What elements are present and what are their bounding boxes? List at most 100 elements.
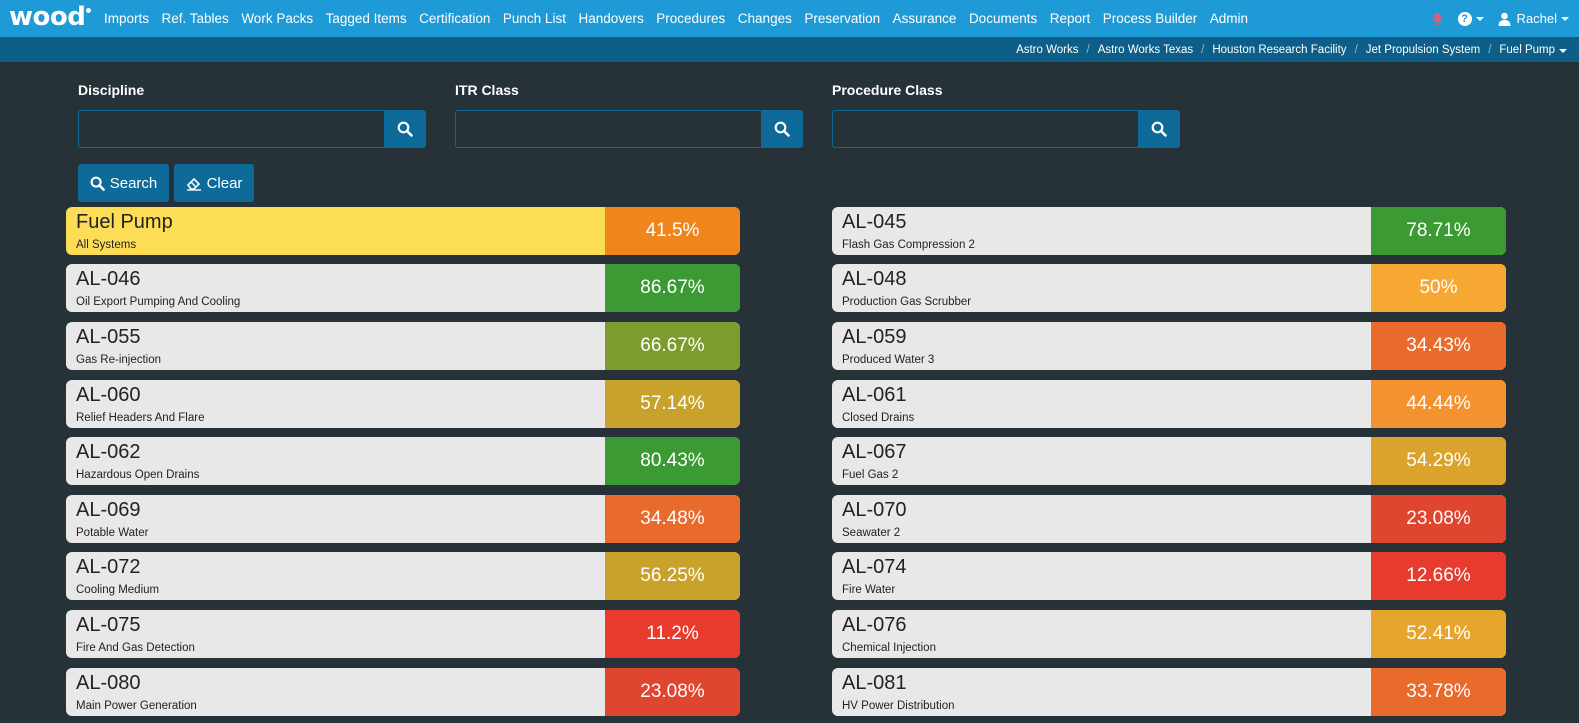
card-info: AL-048 Production Gas Scrubber — [832, 264, 1371, 312]
nav-item-imports[interactable]: Imports — [104, 0, 149, 37]
card-code: AL-061 — [842, 384, 907, 406]
system-card[interactable]: AL-080 Main Power Generation 23.08% — [66, 668, 740, 716]
completion-percent: 34.43% — [1371, 322, 1506, 370]
completion-percent: 23.08% — [1371, 495, 1506, 543]
completion-percent: 57.14% — [605, 380, 740, 428]
system-card[interactable]: AL-070 Seawater 2 23.08% — [832, 495, 1506, 543]
breadcrumb-item[interactable]: Jet Propulsion System — [1366, 44, 1480, 56]
system-card[interactable]: AL-061 Closed Drains 44.44% — [832, 380, 1506, 428]
nav-item-work-packs[interactable]: Work Packs — [241, 0, 313, 37]
card-info: AL-070 Seawater 2 — [832, 495, 1371, 543]
system-card-fuel-pump[interactable]: Fuel Pump All Systems 41.5% — [66, 207, 740, 255]
completion-percent: 54.29% — [1371, 437, 1506, 485]
nav-item-preservation[interactable]: Preservation — [804, 0, 880, 37]
nav-item-punch-list[interactable]: Punch List — [503, 0, 566, 37]
card-description: Chemical Injection — [842, 642, 936, 654]
card-info: AL-046 Oil Export Pumping And Cooling — [66, 264, 605, 312]
procedure-class-label: Procedure Class — [832, 82, 943, 98]
search-button-label: Search — [109, 174, 158, 192]
completion-percent: 44.44% — [1371, 380, 1506, 428]
completion-percent: 56.25% — [605, 552, 740, 600]
search-button[interactable]: Search — [78, 164, 169, 202]
nav-item-ref-tables[interactable]: Ref. Tables — [162, 0, 229, 37]
eraser-icon — [186, 177, 201, 191]
nav-item-assurance[interactable]: Assurance — [893, 0, 957, 37]
system-card[interactable]: AL-048 Production Gas Scrubber 50% — [832, 264, 1506, 312]
card-description: Production Gas Scrubber — [842, 296, 972, 308]
card-info: AL-076 Chemical Injection — [832, 610, 1371, 658]
nav-item-handovers[interactable]: Handovers — [578, 0, 643, 37]
search-icon — [90, 176, 105, 191]
system-card[interactable]: AL-076 Chemical Injection 52.41% — [832, 610, 1506, 658]
card-code: AL-069 — [76, 499, 141, 521]
clear-button-label: Clear — [206, 174, 243, 192]
card-code: AL-045 — [842, 211, 907, 233]
system-card[interactable]: AL-045 Flash Gas Compression 2 78.71% — [832, 207, 1506, 255]
nav-item-tagged-items[interactable]: Tagged Items — [326, 0, 407, 37]
card-code: AL-062 — [76, 441, 141, 463]
breadcrumb-item-current[interactable]: Fuel Pump — [1499, 44, 1567, 56]
question-circle-icon: ? — [1457, 11, 1472, 26]
nav-item-report[interactable]: Report — [1050, 0, 1091, 37]
chevron-down-icon — [1475, 16, 1484, 21]
help-menu-button[interactable]: ? — [1457, 11, 1484, 26]
completion-percent: 50% — [1371, 264, 1506, 312]
search-icon — [397, 121, 413, 137]
breadcrumb-item[interactable]: Houston Research Facility — [1212, 44, 1346, 56]
card-description: Produced Water 3 — [842, 354, 935, 366]
wood-logo[interactable]: wood — [9, 0, 92, 37]
clear-button[interactable]: Clear — [174, 164, 254, 202]
system-card[interactable]: AL-067 Fuel Gas 2 54.29% — [832, 437, 1506, 485]
procedure-class-input[interactable] — [832, 110, 1138, 148]
nav-item-procedures[interactable]: Procedures — [656, 0, 725, 37]
card-info: AL-081 HV Power Distribution — [832, 668, 1371, 716]
search-icon — [774, 121, 790, 137]
procedure-class-input-group — [832, 110, 1180, 148]
system-card[interactable]: AL-060 Relief Headers And Flare 57.14% — [66, 380, 740, 428]
discipline-filter: Discipline — [78, 82, 426, 148]
nav-item-admin[interactable]: Admin — [1210, 0, 1248, 37]
card-description: Hazardous Open Drains — [76, 469, 200, 481]
discipline-input[interactable] — [78, 110, 384, 148]
card-info: AL-061 Closed Drains — [832, 380, 1371, 428]
system-card[interactable]: AL-059 Produced Water 3 34.43% — [832, 322, 1506, 370]
discipline-lookup-button[interactable] — [384, 110, 426, 148]
system-card[interactable]: AL-075 Fire And Gas Detection 11.2% — [66, 610, 740, 658]
search-icon — [1151, 121, 1167, 137]
system-card[interactable]: AL-074 Fire Water 12.66% — [832, 552, 1506, 600]
itr-class-input[interactable] — [455, 110, 761, 148]
card-description: Fuel Gas 2 — [842, 469, 899, 481]
card-info: AL-074 Fire Water — [832, 552, 1371, 600]
card-code: AL-074 — [842, 556, 907, 578]
nav-item-documents[interactable]: Documents — [969, 0, 1037, 37]
card-description: Seawater 2 — [842, 527, 901, 539]
procedure-class-filter: Procedure Class — [832, 82, 1180, 148]
top-navbar: wood Imports Ref. Tables Work Packs Tagg… — [0, 0, 1579, 37]
nav-item-changes[interactable]: Changes — [738, 0, 792, 37]
breadcrumb-separator: / — [1354, 43, 1358, 56]
breadcrumb-item[interactable]: Astro Works — [1016, 44, 1078, 56]
nav-right-tools: ? Rachel — [1417, 0, 1569, 37]
card-description: Relief Headers And Flare — [76, 412, 205, 424]
completion-percent: 52.41% — [1371, 610, 1506, 658]
itr-class-lookup-button[interactable] — [761, 110, 803, 148]
breadcrumb-current-label: Fuel Pump — [1499, 43, 1555, 56]
notifications-button[interactable] — [1431, 12, 1444, 26]
system-card[interactable]: AL-072 Cooling Medium 56.25% — [66, 552, 740, 600]
completion-percent: 78.71% — [1371, 207, 1506, 255]
system-card[interactable]: AL-055 Gas Re-injection 66.67% — [66, 322, 740, 370]
card-code: AL-067 — [842, 441, 907, 463]
completion-percent: 34.48% — [605, 495, 740, 543]
system-card[interactable]: AL-062 Hazardous Open Drains 80.43% — [66, 437, 740, 485]
system-card[interactable]: AL-081 HV Power Distribution 33.78% — [832, 668, 1506, 716]
breadcrumb-bar: Astro Works / Astro Works Texas / Housto… — [0, 37, 1579, 62]
user-menu-button[interactable]: Rachel — [1498, 11, 1569, 26]
breadcrumb-item[interactable]: Astro Works Texas — [1098, 44, 1193, 56]
card-code: AL-080 — [76, 672, 141, 694]
procedure-class-lookup-button[interactable] — [1138, 110, 1180, 148]
nav-item-certification[interactable]: Certification — [419, 0, 490, 37]
system-card[interactable]: AL-046 Oil Export Pumping And Cooling 86… — [66, 264, 740, 312]
card-code: AL-048 — [842, 268, 907, 290]
nav-item-process-builder[interactable]: Process Builder — [1103, 0, 1198, 37]
system-card[interactable]: AL-069 Potable Water 34.48% — [66, 495, 740, 543]
